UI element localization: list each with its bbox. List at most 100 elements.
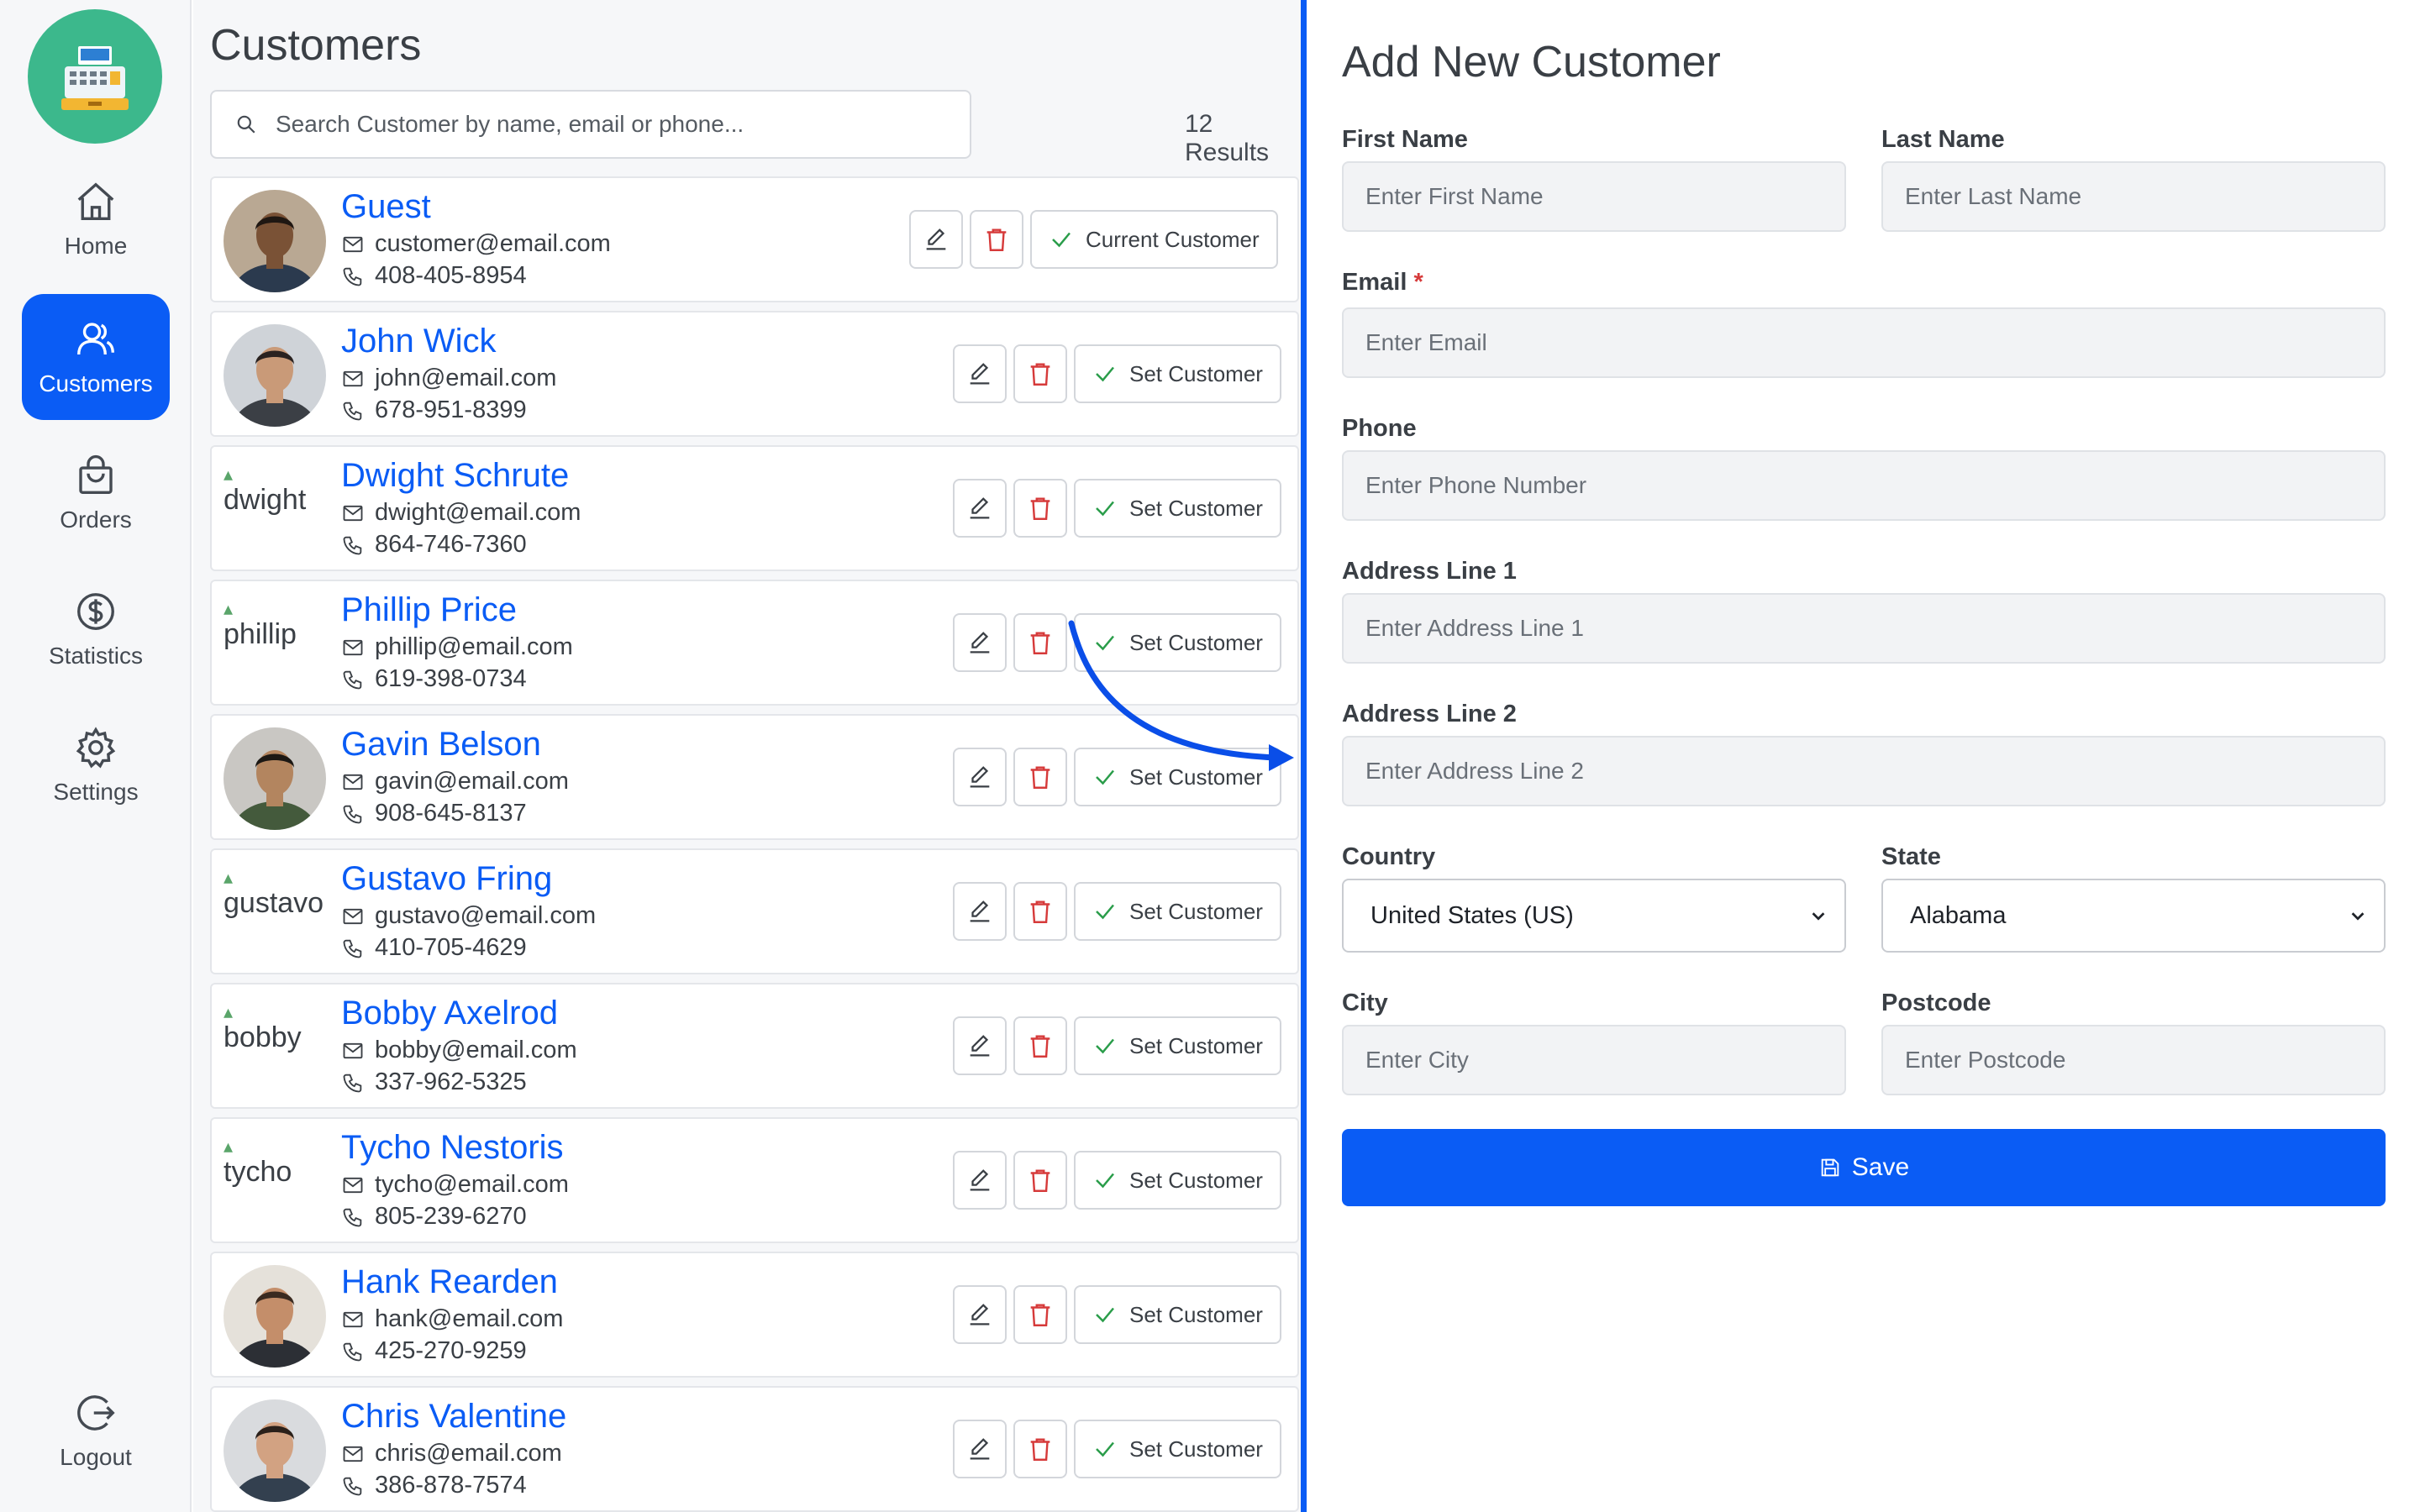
sidebar-item-customers[interactable]: Customers	[22, 294, 170, 420]
required-asterisk: *	[1413, 269, 1423, 296]
check-icon	[1096, 366, 1114, 382]
set-customer-label: Set Customer	[1129, 629, 1263, 655]
email-label-text: Email	[1342, 269, 1407, 296]
edit-button[interactable]	[953, 1420, 1007, 1478]
customer-name[interactable]: Chris Valentine	[341, 1398, 566, 1436]
pencil-icon	[970, 766, 990, 788]
edit-button[interactable]	[953, 748, 1007, 806]
sidebar-item-statistics[interactable]: Statistics	[22, 566, 170, 692]
delete-button[interactable]	[1013, 882, 1067, 941]
delete-button[interactable]	[970, 210, 1023, 269]
edit-button[interactable]	[953, 479, 1007, 538]
delete-button[interactable]	[1013, 748, 1067, 806]
save-icon	[1821, 1158, 1839, 1177]
delete-button[interactable]	[1013, 613, 1067, 672]
set-customer-button[interactable]: Set Customer	[1074, 748, 1281, 806]
search-box[interactable]	[210, 90, 971, 159]
mail-icon	[343, 370, 363, 386]
check-icon	[1096, 1173, 1114, 1189]
delete-button[interactable]	[1013, 1285, 1067, 1344]
cash-register-icon	[61, 46, 129, 110]
delete-button[interactable]	[1013, 1016, 1067, 1075]
logout-button[interactable]: Logout	[22, 1368, 170, 1494]
customer-phone: 408-405-8954	[341, 262, 527, 290]
mail-icon	[343, 1446, 363, 1462]
broken-image-icon: ▴	[224, 598, 234, 619]
trash-icon	[1030, 900, 1050, 923]
postcode-field[interactable]	[1881, 1025, 2386, 1095]
last-name-label: Last Name	[1881, 126, 2005, 153]
set-customer-label: Set Customer	[1129, 495, 1263, 521]
phone-icon	[343, 1477, 362, 1495]
mail-icon	[343, 908, 363, 924]
customer-row: Hank Rearden hank@email.com 425-270-9259 Se…	[210, 1252, 1299, 1378]
edit-button[interactable]	[953, 1151, 1007, 1210]
country-select[interactable]: United States (US)	[1342, 879, 1846, 953]
page-title: Customers	[210, 21, 422, 70]
check-icon	[1096, 904, 1114, 920]
last-name-field[interactable]	[1881, 161, 2386, 232]
customer-name[interactable]: Gavin Belson	[341, 726, 541, 764]
edit-button[interactable]	[953, 613, 1007, 672]
customer-email: dwight@email.com	[341, 499, 581, 527]
first-name-field[interactable]	[1342, 161, 1846, 232]
set-customer-button[interactable]: Set Customer	[1074, 1420, 1281, 1478]
set-customer-button[interactable]: Set Customer	[1074, 344, 1281, 403]
app-logo[interactable]	[28, 9, 162, 144]
trash-icon	[1030, 1169, 1050, 1192]
set-customer-button[interactable]: Set Customer	[1074, 1016, 1281, 1075]
customer-row: ▴ tycho Tycho Nestoris tycho@email.com 805-2…	[210, 1117, 1299, 1243]
edit-button[interactable]	[909, 210, 963, 269]
email-label: Email *	[1342, 269, 1423, 297]
customer-name[interactable]: Gustavo Fring	[341, 860, 552, 898]
customer-phone-text: 864-746-7360	[375, 531, 527, 558]
customer-name[interactable]: John Wick	[341, 323, 497, 360]
trash-icon	[1030, 497, 1050, 520]
panel-divider[interactable]	[1301, 0, 1307, 1512]
customer-row: Chris Valentine chris@email.com 386-878-75…	[210, 1386, 1299, 1512]
sidebar-item-settings[interactable]: Settings	[22, 702, 170, 828]
trash-icon	[1030, 1438, 1050, 1461]
edit-button[interactable]	[953, 1016, 1007, 1075]
set-customer-button[interactable]: Set Customer	[1074, 1285, 1281, 1344]
customer-phone-text: 678-951-8399	[375, 396, 527, 423]
set-customer-label: Set Customer	[1129, 898, 1263, 924]
edit-button[interactable]	[953, 882, 1007, 941]
customer-name[interactable]: Dwight Schrute	[341, 457, 569, 495]
delete-button[interactable]	[1013, 479, 1067, 538]
set-customer-button[interactable]: Set Customer	[1074, 479, 1281, 538]
delete-button[interactable]	[1013, 1420, 1067, 1478]
customer-phone: 678-951-8399	[341, 396, 527, 424]
customer-name[interactable]: Guest	[341, 188, 431, 226]
phone-icon	[343, 1342, 362, 1361]
address-line-1-field[interactable]	[1342, 593, 2386, 664]
current-customer-button[interactable]: Current Customer	[1030, 210, 1278, 269]
save-button[interactable]: Save	[1342, 1129, 2386, 1206]
customer-name[interactable]: Bobby Axelrod	[341, 995, 558, 1032]
search-input[interactable]	[276, 111, 948, 138]
set-customer-button[interactable]: Set Customer	[1074, 882, 1281, 941]
customer-name[interactable]: Phillip Price	[341, 591, 517, 629]
customer-phone: 386-878-7574	[341, 1472, 527, 1499]
edit-button[interactable]	[953, 344, 1007, 403]
customer-name[interactable]: Tycho Nestoris	[341, 1129, 564, 1167]
address-line-2-field[interactable]	[1342, 736, 2386, 806]
avatar	[224, 727, 326, 830]
customer-name[interactable]: Hank Rearden	[341, 1263, 558, 1301]
city-field[interactable]	[1342, 1025, 1846, 1095]
sidebar-item-home[interactable]: Home	[22, 156, 170, 282]
email-field[interactable]	[1342, 307, 2386, 378]
delete-button[interactable]	[1013, 1151, 1067, 1210]
state-select[interactable]: Alabama	[1881, 879, 2386, 953]
set-customer-button[interactable]: Set Customer	[1074, 613, 1281, 672]
customer-email: bobby@email.com	[341, 1037, 577, 1064]
set-customer-button[interactable]: Set Customer	[1074, 1151, 1281, 1210]
customer-phone-text: 425-270-9259	[375, 1337, 527, 1364]
sidebar-item-orders[interactable]: Orders	[22, 430, 170, 556]
edit-button[interactable]	[953, 1285, 1007, 1344]
avatar-alt-text: phillip	[224, 618, 297, 650]
phone-icon	[343, 805, 362, 823]
phone-field[interactable]	[1342, 450, 2386, 521]
delete-button[interactable]	[1013, 344, 1067, 403]
customer-phone-text: 619-398-0734	[375, 665, 527, 692]
